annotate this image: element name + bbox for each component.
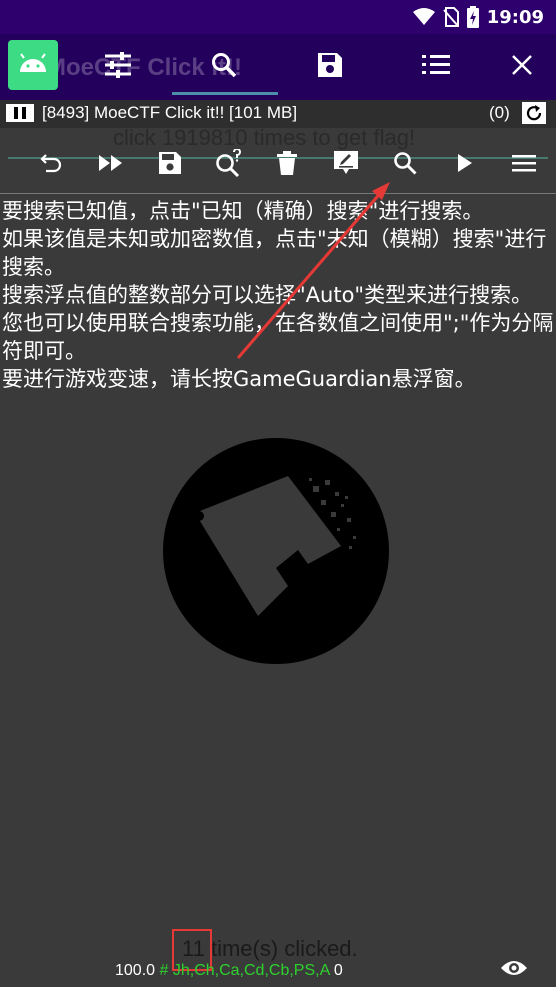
- value-types: Jh,Ch,Ca,Cd,Cb,PS,A: [172, 962, 330, 979]
- visibility-toggle[interactable]: [500, 958, 530, 982]
- red-annotation-arrow: [236, 182, 390, 359]
- bottom-status: 100.0 # Jh,Ch,Ca,Cd,Cb,PS,A 0: [115, 962, 343, 980]
- eye-icon: [501, 961, 527, 975]
- speed-value: 100.0: [115, 962, 156, 979]
- click-suffix: time(s) clicked.: [210, 936, 358, 961]
- result-count: 0: [333, 962, 343, 979]
- hash-symbol: #: [159, 962, 169, 979]
